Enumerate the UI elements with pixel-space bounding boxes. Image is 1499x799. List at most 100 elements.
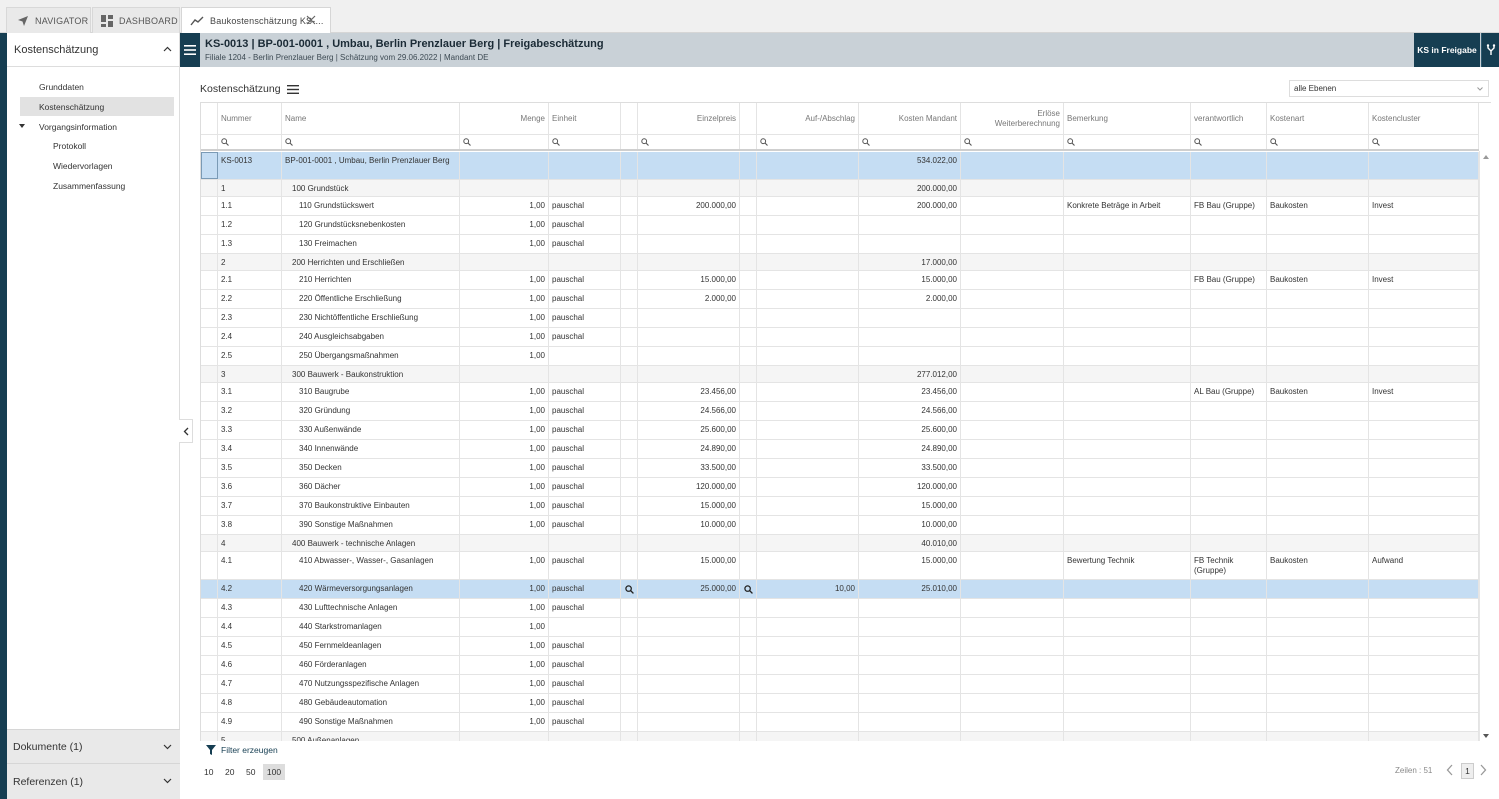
row-selector[interactable] bbox=[201, 637, 218, 655]
row-selector[interactable] bbox=[201, 347, 218, 365]
row-selector[interactable] bbox=[201, 440, 218, 458]
table-row[interactable]: 5 500 Außenanlagen bbox=[201, 732, 1479, 741]
chevron-left-icon[interactable] bbox=[1446, 764, 1454, 776]
page-size-20[interactable]: 20 bbox=[222, 764, 237, 780]
filter-input-kosten[interactable] bbox=[859, 135, 961, 149]
filter-input-nummer[interactable] bbox=[218, 135, 282, 149]
column-header-kosten[interactable]: Kosten Mandant bbox=[859, 103, 961, 134]
table-row[interactable]: 1 100 Grundstück 200.000,00 bbox=[201, 180, 1479, 197]
filter-input-kostencluster[interactable] bbox=[1369, 135, 1479, 149]
table-row[interactable]: 3.7 370 Baukonstruktive Einbauten 1,00 paus… bbox=[201, 497, 1479, 516]
row-selector[interactable] bbox=[201, 290, 218, 308]
hamburger-icon[interactable] bbox=[286, 84, 299, 94]
table-row[interactable]: KS-0013 BP-001-0001 , Umbau, Berlin Prenz… bbox=[201, 152, 1479, 180]
page-size-50[interactable]: 50 bbox=[243, 764, 258, 780]
sidebar-item-protokoll[interactable]: Protokoll bbox=[20, 136, 174, 155]
table-row[interactable]: 1.2 120 Grundstücksnebenkosten 1,00 pauscha… bbox=[201, 216, 1479, 235]
table-row[interactable]: 4 400 Bauwerk - technische Anlagen 40.010,… bbox=[201, 535, 1479, 552]
scroll-down-icon[interactable] bbox=[1483, 734, 1489, 738]
tab-dashboard[interactable]: DASHBOARD bbox=[92, 7, 180, 33]
caret-down-icon[interactable] bbox=[19, 124, 25, 128]
sidebar-item-zusammenfassung[interactable]: Zusammenfassung bbox=[20, 176, 174, 195]
column-header-kostencluster[interactable]: Kostencluster bbox=[1369, 103, 1479, 134]
table-row[interactable]: 4.9 490 Sonstige Maßnahmen 1,00 pauschal bbox=[201, 713, 1479, 732]
row-selector[interactable] bbox=[201, 675, 218, 693]
filter-input-verantwortlich[interactable] bbox=[1191, 135, 1267, 149]
column-header-verantwortlich[interactable]: verantwortlich bbox=[1191, 103, 1267, 134]
filter-input-einheit[interactable] bbox=[549, 135, 621, 149]
column-header-einheit[interactable]: Einheit bbox=[549, 103, 621, 134]
filter-input-kostenart[interactable] bbox=[1267, 135, 1369, 149]
column-header-aufab[interactable]: Auf-/Abschlag bbox=[757, 103, 859, 134]
chevron-up-icon[interactable] bbox=[163, 46, 172, 52]
filter-input-menge[interactable] bbox=[460, 135, 549, 149]
chevron-right-icon[interactable] bbox=[1479, 764, 1487, 776]
row-selector[interactable] bbox=[201, 216, 218, 234]
table-row[interactable]: 4.3 430 Lufttechnische Anlagen 1,00 pauscha… bbox=[201, 599, 1479, 618]
row-selector[interactable] bbox=[201, 271, 218, 289]
ks-in-freigabe-button[interactable]: KS in Freigabe bbox=[1414, 33, 1480, 67]
sidebar-item-kostenschaetzung[interactable]: Kostenschätzung bbox=[20, 97, 174, 116]
tab-navigator[interactable]: NAVIGATOR bbox=[6, 7, 91, 33]
table-row[interactable]: 4.7 470 Nutzungsspezifische Anlagen 1,00 pa… bbox=[201, 675, 1479, 694]
table-row[interactable]: 4.2 420 Wärmeversorgungsanlagen 1,00 pausch… bbox=[201, 580, 1479, 599]
row-selector[interactable] bbox=[201, 328, 218, 346]
tab-document[interactable]: Baukostenschätzung KS-... bbox=[181, 7, 331, 34]
sidebar-header[interactable]: Kostenschätzung bbox=[7, 33, 180, 67]
row-selector[interactable] bbox=[201, 535, 218, 551]
table-row[interactable]: 2.5 250 Übergangsmaßnahmen 1,00 bbox=[201, 347, 1479, 366]
table-row[interactable]: 3 300 Bauwerk - Baukonstruktion 277.012,00 bbox=[201, 366, 1479, 383]
row-selector[interactable] bbox=[201, 152, 218, 179]
accordion-dokumente[interactable]: Dokumente (1) bbox=[7, 729, 180, 763]
table-row[interactable]: 3.2 320 Gründung 1,00 pauschal 24.566,00 24.5… bbox=[201, 402, 1479, 421]
page-size-10[interactable]: 10 bbox=[201, 764, 216, 780]
row-selector[interactable] bbox=[201, 478, 218, 496]
column-header-name[interactable]: Name bbox=[282, 103, 460, 134]
row-selector[interactable] bbox=[201, 599, 218, 617]
row-selector[interactable] bbox=[201, 383, 218, 401]
row-selector[interactable] bbox=[201, 694, 218, 712]
level-select[interactable]: alle Ebenen bbox=[1289, 80, 1489, 97]
cell-lookup[interactable] bbox=[621, 580, 638, 598]
table-scrollbar[interactable] bbox=[1479, 151, 1491, 741]
row-selector[interactable] bbox=[201, 656, 218, 674]
filter-input-name[interactable] bbox=[282, 135, 460, 149]
table-row[interactable]: 1.1 110 Grundstückswert 1,00 pauschal 200.00… bbox=[201, 197, 1479, 216]
table-row[interactable]: 1.3 130 Freimachen 1,00 pauschal bbox=[201, 235, 1479, 254]
table-row[interactable]: 4.4 440 Starkstromanlagen 1,00 bbox=[201, 618, 1479, 637]
row-selector[interactable] bbox=[201, 309, 218, 327]
column-header-erloese[interactable]: Erlöse Weiterberechnung bbox=[961, 103, 1064, 134]
column-header-nummer[interactable]: Nummer bbox=[218, 103, 282, 134]
row-selector[interactable] bbox=[201, 402, 218, 420]
page-number[interactable]: 1 bbox=[1461, 763, 1474, 779]
row-selector[interactable] bbox=[201, 254, 218, 270]
row-selector[interactable] bbox=[201, 552, 218, 579]
table-row[interactable]: 3.1 310 Baugrube 1,00 pauschal 23.456,00 23.4… bbox=[201, 383, 1479, 402]
table-row[interactable]: 2.1 210 Herrichten 1,00 pauschal 15.000,00 15… bbox=[201, 271, 1479, 290]
table-row[interactable]: 3.5 350 Decken 1,00 pauschal 33.500,00 33.500… bbox=[201, 459, 1479, 478]
page-size-100[interactable]: 100 bbox=[263, 764, 285, 780]
sidebar-item-wiedervorlagen[interactable]: Wiedervorlagen bbox=[20, 156, 174, 175]
row-selector[interactable] bbox=[201, 732, 218, 741]
table-row[interactable]: 2.4 240 Ausgleichsabgaben 1,00 pauschal bbox=[201, 328, 1479, 347]
table-row[interactable]: 3.8 390 Sonstige Maßnahmen 1,00 pauschal 10.… bbox=[201, 516, 1479, 535]
filter-input-einzelpreis[interactable] bbox=[638, 135, 740, 149]
row-selector[interactable] bbox=[201, 180, 218, 196]
column-header-kostenart[interactable]: Kostenart bbox=[1267, 103, 1369, 134]
row-selector[interactable] bbox=[201, 421, 218, 439]
menu-button[interactable] bbox=[180, 33, 200, 67]
row-selector[interactable] bbox=[201, 497, 218, 515]
sidebar-item-grunddaten[interactable]: Grunddaten bbox=[20, 77, 174, 96]
column-header-einzelpreis[interactable]: Einzelpreis bbox=[638, 103, 740, 134]
table-row[interactable]: 2 200 Herrichten und Erschließen 17.000,00 bbox=[201, 254, 1479, 271]
row-selector[interactable] bbox=[201, 516, 218, 534]
row-selector[interactable] bbox=[201, 459, 218, 477]
close-icon[interactable] bbox=[306, 15, 316, 25]
filter-input-erloese[interactable] bbox=[961, 135, 1064, 149]
table-row[interactable]: 2.2 220 Öffentliche Erschließung 1,00 pausc… bbox=[201, 290, 1479, 309]
row-selector[interactable] bbox=[201, 618, 218, 636]
table-row[interactable]: 4.6 460 Förderanlagen 1,00 pauschal bbox=[201, 656, 1479, 675]
filter-input-aufab[interactable] bbox=[757, 135, 859, 149]
workflow-button[interactable] bbox=[1481, 33, 1499, 67]
table-row[interactable]: 4.1 410 Abwasser-, Wasser-, Gasanlagen 1,0… bbox=[201, 552, 1479, 580]
